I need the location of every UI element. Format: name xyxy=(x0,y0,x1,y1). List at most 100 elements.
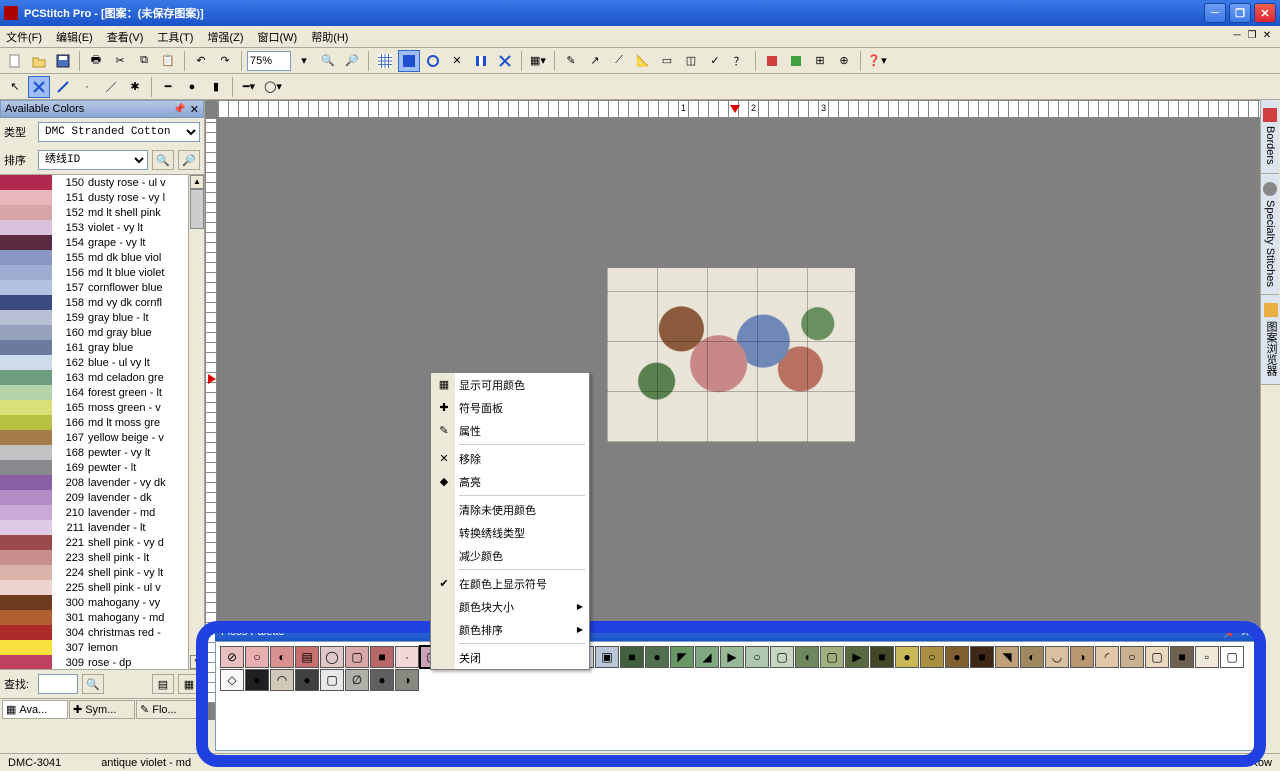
list-toggle1-button[interactable]: ▤ xyxy=(152,674,174,694)
open-button[interactable] xyxy=(28,50,50,72)
circle-tool[interactable]: ● xyxy=(181,76,203,98)
ctx-block-size[interactable]: 颜色块大小 xyxy=(431,595,589,618)
halfstitch-tool[interactable] xyxy=(52,76,74,98)
color-row[interactable]: 155md dk blue viol xyxy=(0,250,204,265)
color-row[interactable]: 161gray blue xyxy=(0,340,204,355)
line-tool[interactable]: ━ xyxy=(157,76,179,98)
color-row[interactable]: 159gray blue - lt xyxy=(0,310,204,325)
color-row[interactable]: 158md vy dk cornfl xyxy=(0,295,204,310)
tool-f-button[interactable]: ◫ xyxy=(680,50,702,72)
floss-cell[interactable]: ◑ xyxy=(395,669,419,691)
color-list[interactable]: 150dusty rose - ul v151dusty rose - vy l… xyxy=(0,174,204,669)
help-button[interactable]: ❓▾ xyxy=(866,50,888,72)
tool-d-button[interactable]: 📐 xyxy=(632,50,654,72)
view-stitch1-button[interactable] xyxy=(422,50,444,72)
tab-available[interactable]: ▦Ava... xyxy=(2,700,68,719)
color-row[interactable]: 208lavender - vy dk xyxy=(0,475,204,490)
panel-pin-icon[interactable]: 📌 xyxy=(173,104,185,115)
copy-button[interactable]: ⧉ xyxy=(133,50,155,72)
floss-cell[interactable]: ◯ xyxy=(320,646,344,668)
floss-cell[interactable]: ◖ xyxy=(795,646,819,668)
color-row[interactable]: 160md gray blue xyxy=(0,325,204,340)
ctx-show-available[interactable]: ▦显示可用颜色 xyxy=(431,373,589,396)
specialty-tool[interactable]: ✱ xyxy=(124,76,146,98)
floss-cell[interactable]: · xyxy=(395,646,419,668)
find-button[interactable]: 🔍 xyxy=(82,674,104,694)
floss-cell[interactable]: ∅ xyxy=(345,669,369,691)
menu-window[interactable]: 窗口(W) xyxy=(257,29,297,45)
redo-button[interactable]: ↷ xyxy=(214,50,236,72)
floss-cell[interactable]: ◢ xyxy=(695,646,719,668)
zoom-dropdown[interactable]: ▾ xyxy=(293,50,315,72)
color-row[interactable]: 166md lt moss gre xyxy=(0,415,204,430)
view-stitch3-button[interactable] xyxy=(470,50,492,72)
floss-cell[interactable]: ○ xyxy=(245,646,269,668)
scroll-thumb[interactable] xyxy=(190,189,204,229)
mdi-restore-button[interactable]: ❐ xyxy=(1245,30,1259,44)
color-row[interactable]: 309rose - dp xyxy=(0,655,204,669)
floss-cell[interactable]: ⊘ xyxy=(220,646,244,668)
print-button[interactable]: 🖶 xyxy=(85,50,107,72)
floss-cell[interactable]: ▶ xyxy=(720,646,744,668)
tool-k-button[interactable]: ⊞ xyxy=(809,50,831,72)
tool-l-button[interactable]: ⊕ xyxy=(833,50,855,72)
mdi-minimize-button[interactable]: ─ xyxy=(1230,30,1244,44)
floss-cell[interactable]: ▢ xyxy=(320,669,344,691)
floss-palette-body[interactable]: ⊘○◐▤◯▢■·▢◑⊗◻◣◐○▣■●◤◢▶○▢◖▢▶■●○●■◥◐◡◑◜○▢■▫… xyxy=(215,641,1256,751)
ctx-remove[interactable]: ✕移除 xyxy=(431,447,589,470)
color-row[interactable]: 209lavender - dk xyxy=(0,490,204,505)
color-row[interactable]: 156md lt blue violet xyxy=(0,265,204,280)
cut-button[interactable]: ✂ xyxy=(109,50,131,72)
menu-view[interactable]: 查看(V) xyxy=(107,29,144,45)
menu-file[interactable]: 文件(F) xyxy=(6,29,42,45)
type-select[interactable]: DMC Stranded Cotton xyxy=(38,122,200,142)
paste-button[interactable]: 📋 xyxy=(157,50,179,72)
floss-cell[interactable]: ▢ xyxy=(820,646,844,668)
pointer-tool[interactable]: ↖ xyxy=(4,76,26,98)
tab-floss[interactable]: ✎Flo... xyxy=(136,700,202,719)
color-row[interactable]: 163md celadon gre xyxy=(0,370,204,385)
window-maximize-button[interactable]: ❐ xyxy=(1229,3,1251,23)
ctx-highlight[interactable]: ◆高亮 xyxy=(431,470,589,493)
menu-enhance[interactable]: 增强(Z) xyxy=(207,29,243,45)
floss-cell[interactable]: ▢ xyxy=(770,646,794,668)
floss-cell[interactable]: ◥ xyxy=(995,646,1019,668)
color-row[interactable]: 157cornflower blue xyxy=(0,280,204,295)
rect-tool[interactable]: ▮ xyxy=(205,76,227,98)
floss-cell[interactable]: ◠ xyxy=(270,669,294,691)
color-row[interactable]: 225shell pink - ul v xyxy=(0,580,204,595)
floss-cell[interactable]: ● xyxy=(945,646,969,668)
save-button[interactable] xyxy=(52,50,74,72)
righttab-borders[interactable]: Borders xyxy=(1261,100,1279,174)
floss-close-icon[interactable]: ✕ xyxy=(1241,626,1250,639)
menu-help[interactable]: 帮助(H) xyxy=(311,29,348,45)
floss-cell[interactable]: ■ xyxy=(1170,646,1194,668)
righttab-browser[interactable]: 图案浏览器 xyxy=(1261,295,1280,385)
color-row[interactable]: 151dusty rose - vy l xyxy=(0,190,204,205)
floss-cell[interactable]: ■ xyxy=(970,646,994,668)
view-stitch2-button[interactable]: ✕ xyxy=(446,50,468,72)
window-close-button[interactable]: ✕ xyxy=(1254,3,1276,23)
floss-cell[interactable]: ▶ xyxy=(845,646,869,668)
window-minimize-button[interactable]: ─ xyxy=(1204,3,1226,23)
more-tool[interactable]: ◯▾ xyxy=(262,76,284,98)
zoom-out-button[interactable]: 🔎 xyxy=(341,50,363,72)
color-row[interactable]: 169pewter - lt xyxy=(0,460,204,475)
floss-cell[interactable]: ■ xyxy=(870,646,894,668)
tool-h-button[interactable]: ？ xyxy=(728,50,750,72)
floss-cell[interactable]: ○ xyxy=(1120,646,1144,668)
menu-edit[interactable]: 编辑(E) xyxy=(56,29,93,45)
stitch-pattern[interactable] xyxy=(607,268,855,442)
color-row[interactable]: 223shell pink - lt xyxy=(0,550,204,565)
tool-i-button[interactable] xyxy=(761,50,783,72)
floss-cell[interactable]: ◐ xyxy=(270,646,294,668)
view-stitch4-button[interactable] xyxy=(494,50,516,72)
color-row[interactable]: 153violet - vy lt xyxy=(0,220,204,235)
sort-select[interactable]: 绣线ID xyxy=(38,150,148,170)
ctx-close[interactable]: 关闭 xyxy=(431,646,589,669)
floss-cell[interactable]: ● xyxy=(645,646,669,668)
new-button[interactable] xyxy=(4,50,26,72)
floss-cell[interactable]: ○ xyxy=(920,646,944,668)
color-row[interactable]: 167yellow beige - v xyxy=(0,430,204,445)
floss-cell[interactable]: ◐ xyxy=(1020,646,1044,668)
